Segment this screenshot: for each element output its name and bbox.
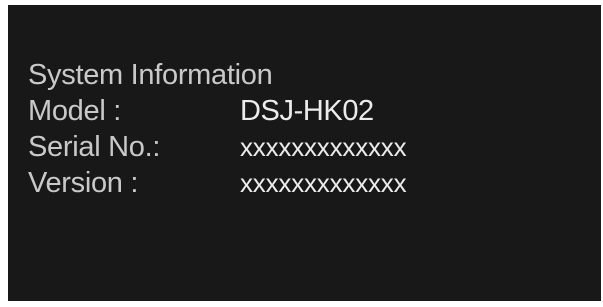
info-row-version: Version : xxxxxxxxxxxxx: [28, 165, 588, 201]
serial-label: Serial No.:: [28, 131, 161, 163]
info-row-model: Model : DSJ-HK02: [28, 93, 588, 129]
info-row-serial: Serial No.: xxxxxxxxxxxxx: [28, 129, 588, 165]
version-value: xxxxxxxxxxxxx: [240, 168, 407, 198]
model-value: DSJ-HK02: [240, 95, 374, 127]
system-info-panel: System Information Model : DSJ-HK02 Seri…: [28, 57, 588, 201]
model-label: Model :: [28, 95, 121, 127]
system-info-screen: System Information Model : DSJ-HK02 Seri…: [8, 5, 601, 301]
serial-value: xxxxxxxxxxxxx: [240, 132, 407, 162]
page-title: System Information: [28, 59, 273, 91]
version-label: Version :: [28, 167, 139, 199]
